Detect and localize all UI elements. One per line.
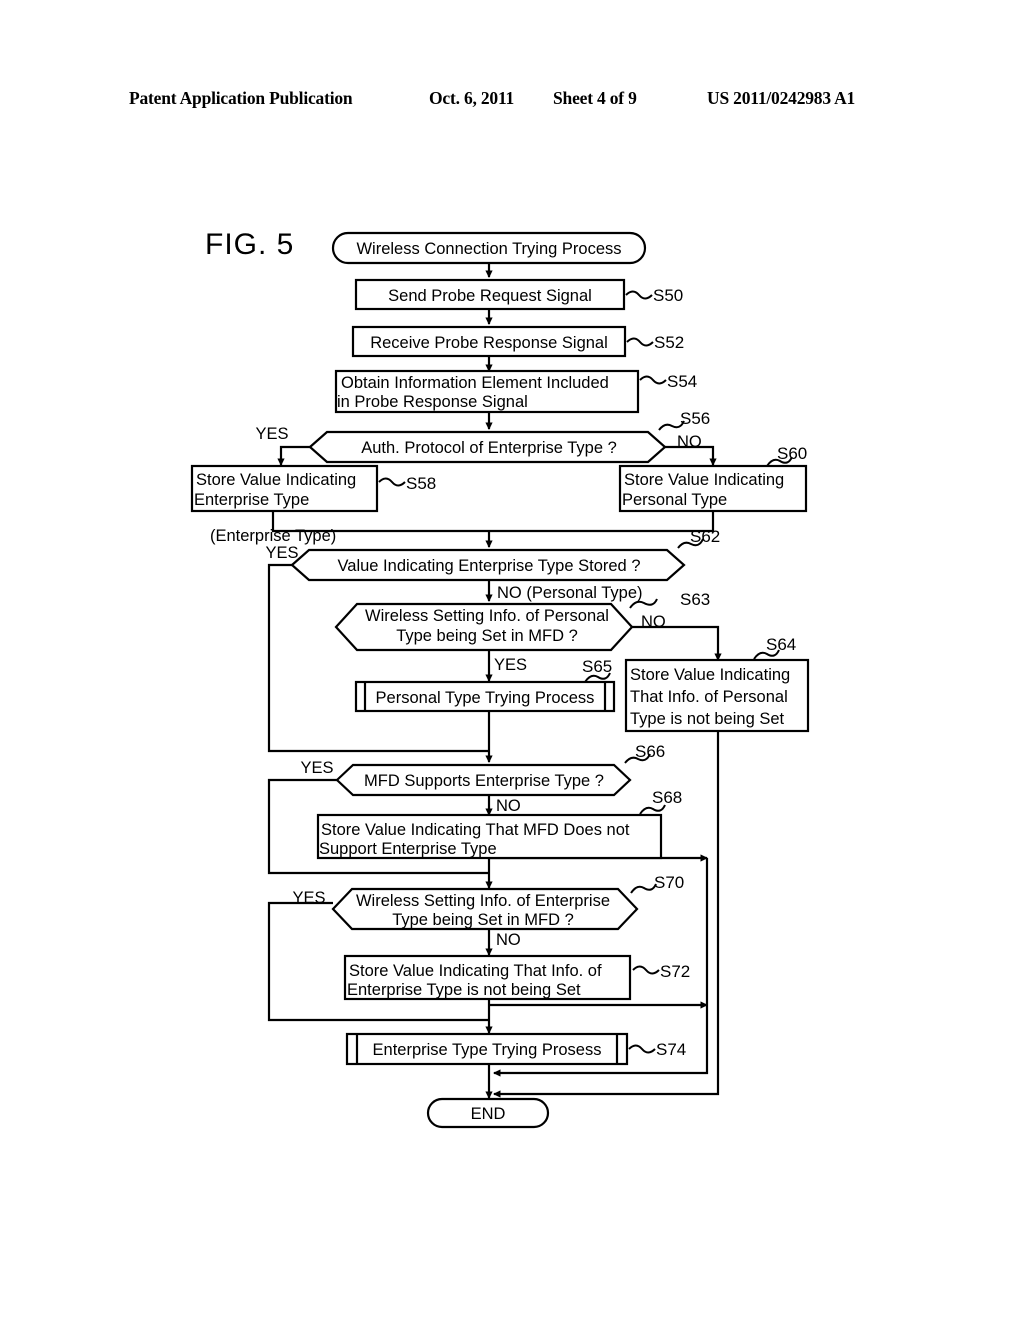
node-end: END xyxy=(426,1097,550,1129)
s74-leader xyxy=(628,1044,656,1054)
s58-leader xyxy=(378,477,406,487)
s58-label-line1: Store Value Indicating xyxy=(196,471,356,489)
s64-label-line1: Store Value Indicating xyxy=(630,666,790,684)
s65-step-id: S65 xyxy=(582,657,612,676)
s50-step-id: S50 xyxy=(653,286,683,305)
s70-leader xyxy=(630,883,657,894)
s63-yes-label: YES xyxy=(494,656,527,674)
s66-no-label: NO xyxy=(496,797,521,815)
connector-s62-yes-bypass xyxy=(267,563,489,753)
node-s56: Auth. Protocol of Enterprise Type ? S56 … xyxy=(255,409,710,464)
node-s50: Send Probe Request Signal S50 xyxy=(354,278,683,311)
s62-note-label: (Enterprise Type) xyxy=(210,527,336,545)
s58-label-line2: Enterprise Type xyxy=(194,491,309,509)
s54-label-line2: in Probe Response Signal xyxy=(337,393,528,411)
node-s58: Store Value Indicating Enterprise Type S… xyxy=(190,464,436,513)
s70-label-line2: Type being Set in MFD ? xyxy=(392,911,574,929)
s54-leader xyxy=(639,375,667,385)
s64-label-line2: That Info. of Personal xyxy=(630,688,788,706)
node-s74: Enterprise Type Trying Prosess S74 xyxy=(345,1032,686,1066)
node-s54: Obtain Information Element Included in P… xyxy=(334,369,697,414)
s52-leader xyxy=(626,337,654,347)
s50-label: Send Probe Request Signal xyxy=(388,287,592,305)
s63-label-line1: Wireless Setting Info. of Personal xyxy=(365,607,609,625)
s62-no-label: NO (Personal Type) xyxy=(497,584,643,602)
s62-yes-label: YES xyxy=(265,544,298,562)
s58-step-id: S58 xyxy=(406,474,436,493)
node-s72: Store Value Indicating That Info. of Ent… xyxy=(343,954,690,1001)
s52-label: Receive Probe Response Signal xyxy=(370,334,608,352)
s72-leader xyxy=(632,965,660,975)
node-s52: Receive Probe Response Signal S52 xyxy=(351,325,684,358)
s62-step-id: S62 xyxy=(690,527,720,546)
s63-no-label: NO xyxy=(641,613,666,631)
s52-step-id: S52 xyxy=(654,333,684,352)
s63-label-line2: Type being Set in MFD ? xyxy=(396,627,578,645)
s66-yes-label: YES xyxy=(300,759,333,777)
s60-label-line1: Store Value Indicating xyxy=(624,471,784,489)
s62-label: Value Indicating Enterprise Type Stored … xyxy=(338,557,641,575)
s72-label-line1: Store Value Indicating That Info. of xyxy=(349,962,602,980)
s70-no-label: NO xyxy=(496,931,521,949)
flowchart-diagram: Wireless Connection Trying Process Send … xyxy=(190,231,810,1129)
node-s65: Personal Type Trying Process S65 xyxy=(354,657,616,713)
connector-s60-merge xyxy=(489,511,715,533)
connector-s63-no-s64 xyxy=(632,625,722,661)
s72-label-line2: Enterprise Type is not being Set xyxy=(347,981,581,999)
s60-label-line2: Personal Type xyxy=(622,491,727,509)
s70-yes-label: YES xyxy=(292,889,325,907)
s54-step-id: S54 xyxy=(667,372,697,391)
node-s66: MFD Supports Enterprise Type ? S66 YES N… xyxy=(300,742,665,815)
s65-label: Personal Type Trying Process xyxy=(376,689,595,707)
s68-label-line1: Store Value Indicating That MFD Does not xyxy=(321,821,630,839)
node-start: Wireless Connection Trying Process xyxy=(331,231,647,265)
start-terminator-label: Wireless Connection Trying Process xyxy=(356,240,621,258)
end-terminator-label: END xyxy=(471,1105,506,1123)
s63-step-id: S63 xyxy=(680,590,710,609)
s72-step-id: S72 xyxy=(660,962,690,981)
s70-step-id: S70 xyxy=(654,873,684,892)
s70-label-line1: Wireless Setting Info. of Enterprise xyxy=(356,892,610,910)
s64-label-line3: Type is not being Set xyxy=(630,710,785,728)
s50-leader xyxy=(625,290,653,300)
s56-yes-label: YES xyxy=(255,425,288,443)
s60-step-id: S60 xyxy=(777,444,807,463)
s56-label: Auth. Protocol of Enterprise Type ? xyxy=(361,439,617,457)
s74-step-id: S74 xyxy=(656,1040,686,1059)
s64-step-id: S64 xyxy=(766,635,796,654)
s66-step-id: S66 xyxy=(635,742,665,761)
connector-s56-yes-s58 xyxy=(277,445,311,466)
s56-no-label: NO xyxy=(677,433,702,451)
s56-step-id: S56 xyxy=(680,409,710,428)
s74-label: Enterprise Type Trying Prosess xyxy=(373,1041,602,1059)
s68-step-id: S68 xyxy=(652,788,682,807)
patent-figure-page: Patent Application Publication Oct. 6, 2… xyxy=(0,0,1024,1320)
s68-label-line2: Support Enterprise Type xyxy=(319,840,497,858)
s66-label: MFD Supports Enterprise Type ? xyxy=(364,772,604,790)
s54-label-line1: Obtain Information Element Included xyxy=(341,374,609,392)
